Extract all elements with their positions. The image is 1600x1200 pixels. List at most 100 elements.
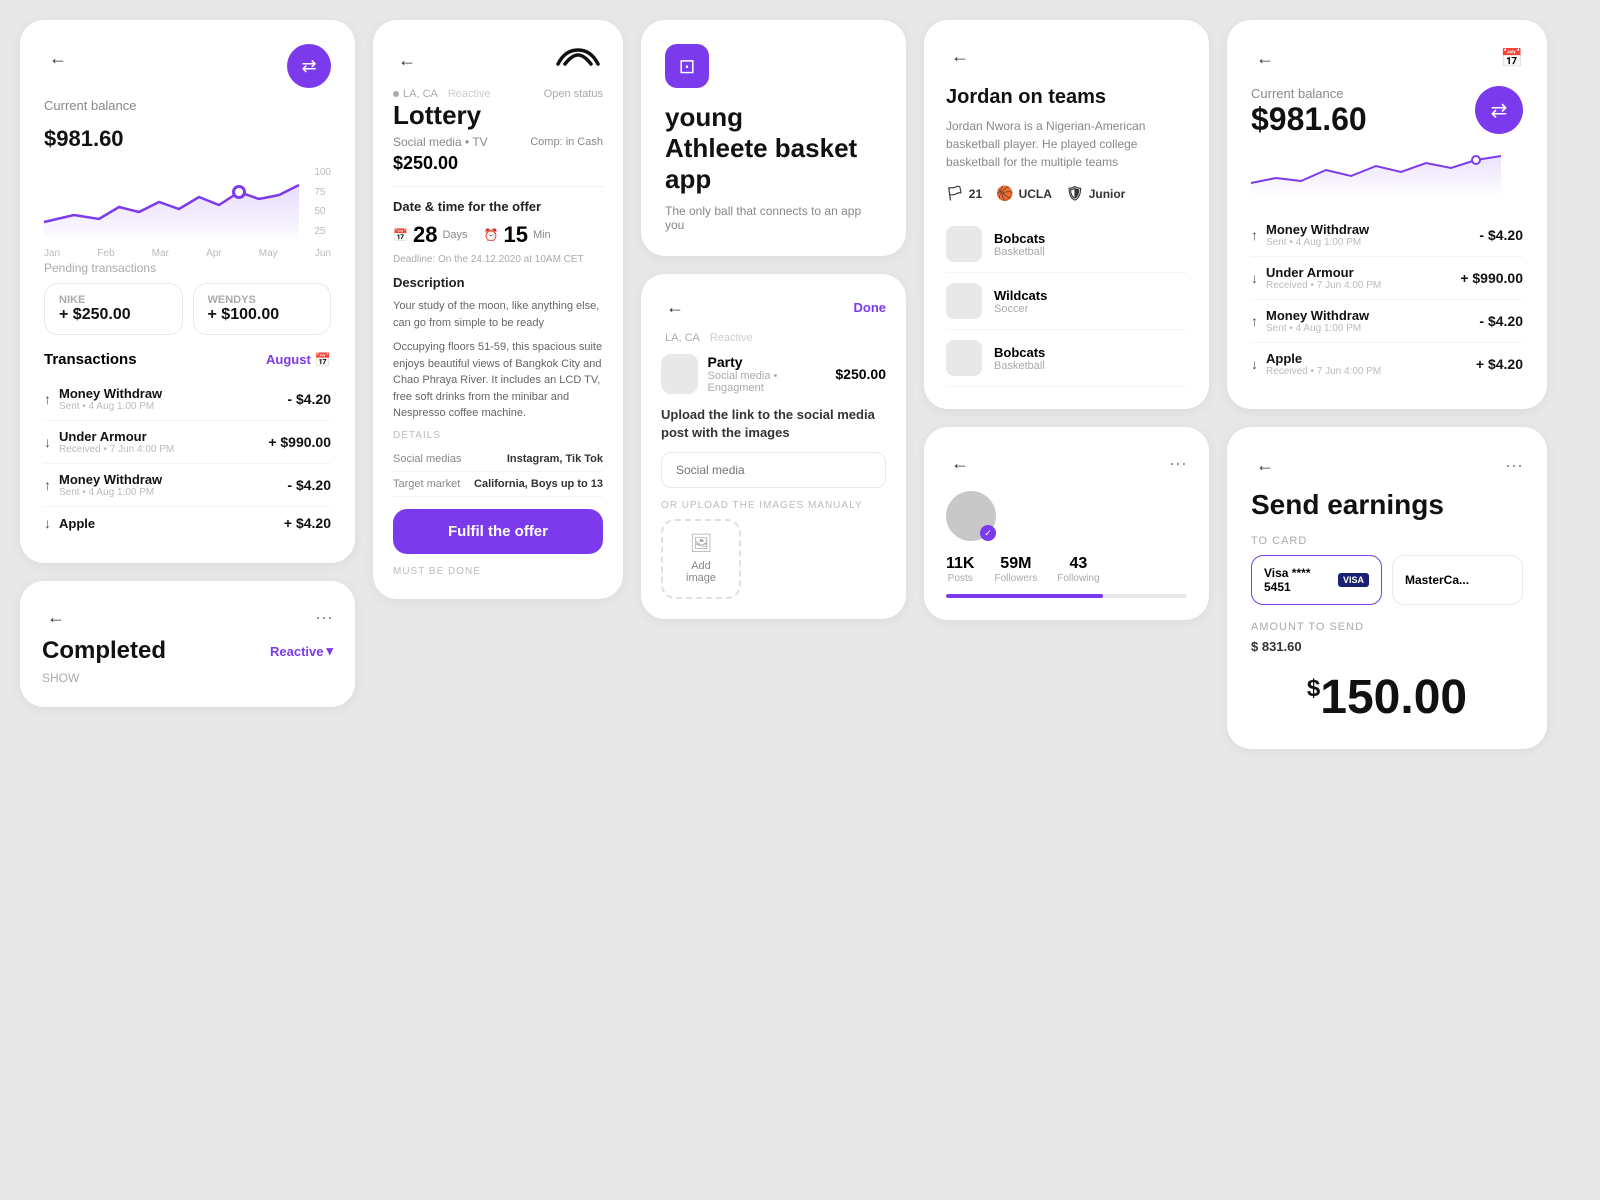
main-screen: ← ⇄ Current balance $981.60 100755025 xyxy=(0,0,1600,1200)
back-button-jordan[interactable]: ← xyxy=(946,42,974,70)
party-name: Party xyxy=(708,354,826,370)
party-price: $250.00 xyxy=(835,366,886,382)
back-button-party[interactable]: ← xyxy=(661,294,689,322)
show-label: SHOW xyxy=(42,671,333,685)
date-time-title: Date & time for the offer xyxy=(393,199,603,214)
detail-social: Social medias Instagram, Tik Tok xyxy=(393,447,603,472)
master-card-option[interactable]: MasterCa... xyxy=(1392,555,1523,605)
up-icon: ↑ xyxy=(44,477,51,493)
fulfill-offer-button[interactable]: Fulfil the offer xyxy=(393,509,603,554)
detail-target: Target market California, Boys up to 13 xyxy=(393,472,603,497)
lottery-price: $250.00 xyxy=(393,153,603,174)
pending-label: Pending transactions xyxy=(44,261,331,275)
profile-progress-bar xyxy=(946,594,1187,598)
jordan-title: Jordan on teams xyxy=(946,86,1187,109)
exchange-right-button[interactable]: ⇄ xyxy=(1475,86,1523,134)
card-options: Visa **** 5451 VISA MasterCa... xyxy=(1251,555,1523,605)
done-button[interactable]: Done xyxy=(854,300,887,315)
to-card-label: TO CARD xyxy=(1251,535,1523,547)
amount-to-send-label: AMOUNT TO SEND xyxy=(1251,621,1523,633)
table-row: ↑ Money Withdraw Sent • 4 Aug 1:00 PM - … xyxy=(1251,214,1523,257)
team-bobcats-2: Bobcats Basketball xyxy=(946,330,1187,387)
posts-stat: 11K Posts xyxy=(946,555,974,584)
visa-badge: VISA xyxy=(1338,573,1369,587)
party-location: LA, CA Reactive xyxy=(661,332,886,344)
badge-level: 🛡 Junior xyxy=(1066,185,1125,202)
must-done-label: MUST BE DONE xyxy=(393,566,603,577)
image-icon: 🖼 xyxy=(690,533,713,554)
badge-team: 🏀 UCLA xyxy=(996,185,1052,202)
jordan-badges: 🏳 21 🏀 UCLA 🛡 Junior xyxy=(946,185,1187,202)
down-icon: ↓ xyxy=(1251,270,1258,286)
details-label: DETAILS xyxy=(393,430,603,441)
under-armour-logo xyxy=(553,42,603,78)
pending-transactions: NIKE + $250.00 WENDYS + $100.00 xyxy=(44,283,331,335)
visa-card-option[interactable]: Visa **** 5451 VISA xyxy=(1251,555,1382,605)
down-icon: ↓ xyxy=(44,434,51,450)
back-button-send[interactable]: ← xyxy=(1251,451,1279,479)
jordan-card: ← Jordan on teams Jordan Nwora is a Nige… xyxy=(924,20,1209,409)
or-label: OR UPLOAD THE IMAGES MANUALY xyxy=(661,500,886,511)
up-icon: ↑ xyxy=(1251,227,1258,243)
completed-title: Completed xyxy=(42,637,166,665)
description-title: Description xyxy=(393,275,603,290)
back-button-lottery[interactable]: ← xyxy=(393,46,421,74)
stats-row: 11K Posts 59M Followers 43 Following xyxy=(946,555,1187,584)
party-image xyxy=(661,354,698,394)
table-row: ↓ Under Armour Received • 7 Jun 4:00 PM … xyxy=(44,421,331,464)
back-button-balance-left[interactable]: ← xyxy=(44,44,72,72)
progress-fill xyxy=(946,594,1103,598)
pending-nike: NIKE + $250.00 xyxy=(44,283,183,335)
mini-chart xyxy=(1251,148,1523,198)
app-desc: The only ball that connects to an app yo… xyxy=(665,204,882,232)
lottery-title: Lottery xyxy=(393,100,603,131)
social-media-input[interactable] xyxy=(661,452,886,488)
back-button-completed[interactable]: ← xyxy=(42,603,70,631)
transactions-month: August 📅 xyxy=(266,352,331,368)
table-row: ↑ Money Withdraw Sent • 4 Aug 1:00 PM - … xyxy=(44,464,331,507)
profile-area: ✓ xyxy=(946,491,1187,541)
transaction-list-right: ↑ Money Withdraw Sent • 4 Aug 1:00 PM - … xyxy=(1251,214,1523,385)
send-title: Send earnings xyxy=(1251,489,1523,521)
transaction-list-left: ↑ Money Withdraw Sent • 4 Aug 1:00 PM - … xyxy=(44,378,331,539)
transactions-title: Transactions xyxy=(44,351,137,368)
table-row: ↑ Money Withdraw Sent • 4 Aug 1:00 PM - … xyxy=(44,378,331,421)
table-row: ↓ Apple + $4.20 xyxy=(44,507,331,539)
table-row: ↑ Money Withdraw Sent • 4 Aug 1:00 PM - … xyxy=(1251,300,1523,343)
exchange-button[interactable]: ⇄ xyxy=(287,44,331,88)
up-icon: ↑ xyxy=(1251,313,1258,329)
down-icon: ↓ xyxy=(1251,356,1258,372)
desc-text-2: Occupying floors 51-59, this spacious su… xyxy=(393,339,603,422)
party-type: Social media • Engagment xyxy=(708,370,826,394)
comp-label: Comp: in Cash xyxy=(530,136,603,148)
party-info-row: Party Social media • Engagment $250.00 xyxy=(661,354,886,394)
social-stats-card: ← ··· ✓ 11K Posts 59M Followers xyxy=(924,427,1209,620)
add-image-button[interactable]: 🖼 Add image xyxy=(661,519,741,599)
more-options-social-button[interactable]: ··· xyxy=(1169,453,1187,474)
balance-left-card: ← ⇄ Current balance $981.60 100755025 xyxy=(20,20,355,563)
shield-icon: 🛡 xyxy=(1066,185,1084,202)
more-options-send-button[interactable]: ··· xyxy=(1505,455,1523,476)
team-image xyxy=(946,226,982,262)
balance-chart: 100755025 JanFebMarAprMayJun xyxy=(44,167,331,247)
balance-label: Current balance xyxy=(44,98,331,113)
amount-to-send-value: $ 831.60 xyxy=(1251,639,1523,654)
send-earnings-card: ← ··· Send earnings TO CARD Visa **** 54… xyxy=(1227,427,1547,749)
balance-amount: $981.60 xyxy=(44,113,331,155)
calendar-icon[interactable]: 📅 xyxy=(1501,48,1523,69)
basketball-icon: 🏀 xyxy=(996,185,1013,202)
table-row: ↓ Under Armour Received • 7 Jun 4:00 PM … xyxy=(1251,257,1523,300)
deadline-text: Deadline: On the 24.12.2020 at 10AM CET xyxy=(393,254,603,265)
party-card: ← Done LA, CA Reactive Party Social medi… xyxy=(641,274,906,619)
location-tag: LA, CA Reactive Open status xyxy=(393,88,603,100)
back-button-social[interactable]: ← xyxy=(946,449,974,477)
down-icon: ↓ xyxy=(44,515,51,531)
description-section: Description Your study of the moon, like… xyxy=(393,275,603,422)
balance-right-label: Current balance xyxy=(1251,86,1367,101)
back-button-balance-right[interactable]: ← xyxy=(1251,44,1279,72)
followers-stat: 59M Followers xyxy=(994,555,1037,584)
big-send-amount: $150.00 xyxy=(1251,670,1523,725)
team-image xyxy=(946,340,982,376)
more-options-button[interactable]: ··· xyxy=(315,607,333,628)
team-wildcats: Wildcats Soccer xyxy=(946,273,1187,330)
